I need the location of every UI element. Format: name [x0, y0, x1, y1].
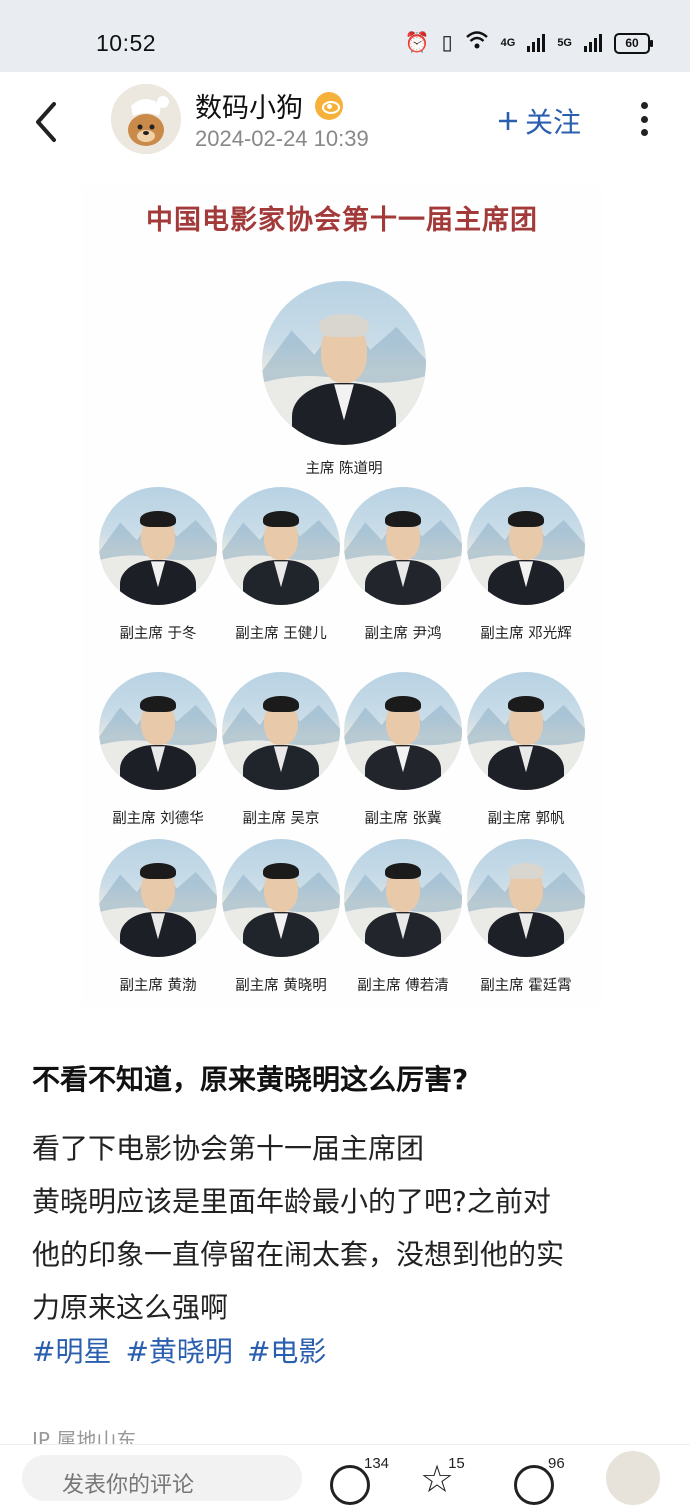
network-4g-label: 4G: [500, 36, 516, 49]
member-portrait: [344, 672, 462, 790]
author-name-row: 数码小狗: [195, 86, 343, 125]
network-5g-label: 5G: [557, 36, 572, 49]
star-count: 15: [448, 1455, 465, 1472]
hashtag-link[interactable]: #明星: [32, 1330, 111, 1370]
member-caption: 副主席 刘德华: [112, 811, 204, 827]
vibrate-icon: ▯: [441, 32, 453, 54]
signal-icon: [527, 34, 546, 52]
follow-button[interactable]: 关注: [497, 101, 581, 141]
member-portrait: [99, 487, 217, 605]
share-count: 96: [548, 1455, 565, 1472]
follow-label: 关注: [525, 106, 582, 139]
member-portrait: [467, 672, 585, 790]
post-body-line: 他的印象一直停留在闹太套，没想到他的实: [32, 1238, 565, 1271]
member-caption: 副主席 黄晓明: [235, 978, 327, 994]
member-caption: 副主席 王健儿: [235, 626, 327, 642]
post-body: 看了下电影协会第十一届主席团 黄晓明应该是里面年龄最小的了吧?之前对 他的印象一…: [32, 1122, 662, 1334]
post-image[interactable]: 中国电影家协会第十一届主席团 主席 陈道明副主席 于冬 副主席 王健儿 副主席 尹鸿…: [82, 186, 602, 1006]
post-header: [0, 72, 690, 172]
dot-icon: [640, 129, 648, 136]
hashtag-list: #明星 #黄晓明 #电影: [32, 1330, 326, 1370]
member-portrait: [344, 487, 462, 605]
member-portrait: [467, 839, 585, 957]
comment-placeholder: 发表你的评论: [62, 1473, 195, 1498]
post-date: 2024-02-24 10:39: [195, 126, 369, 151]
member-caption: 副主席 邓光辉: [480, 626, 572, 642]
member-portrait: [99, 839, 217, 957]
poster-title: 中国电影家协会第十一届主席团: [146, 205, 538, 236]
wifi-icon: [465, 30, 489, 56]
member-portrait: [262, 281, 426, 445]
member-portrait: [344, 839, 462, 957]
hashtag-link[interactable]: #电影: [247, 1330, 326, 1370]
author-avatar[interactable]: [111, 84, 181, 154]
dot-icon: [640, 102, 648, 109]
alarm-icon: ⏰: [404, 32, 430, 54]
comment-input[interactable]: 发表你的评论: [22, 1455, 302, 1501]
dog-avatar-icon: [111, 84, 181, 154]
battery-icon: 60: [614, 32, 653, 54]
status-icons: ⏰ ▯ 4G 5G 60: [404, 30, 653, 56]
member-caption: 主席 陈道明: [305, 461, 383, 477]
member-caption: 副主席 于冬: [119, 626, 197, 642]
dot-icon: [640, 115, 648, 123]
author-name[interactable]: 数码小狗: [195, 86, 303, 125]
member-portrait: [222, 487, 340, 605]
status-bar: 10:52 ⏰ ▯ 4G 5G 60: [0, 0, 690, 72]
battery-level: 60: [625, 36, 639, 50]
chevron-left-icon: [36, 102, 56, 142]
member-caption: 副主席 黄渤: [119, 978, 197, 994]
favorite-button[interactable]: ☆ 15: [420, 1453, 465, 1499]
share-button[interactable]: 96: [514, 1453, 565, 1505]
user-avatar[interactable]: [606, 1451, 660, 1505]
plus-icon: [499, 112, 517, 130]
post-body-line: 黄晓明应该是里面年龄最小的了吧?之前对: [32, 1185, 551, 1218]
post-body-line: 看了下电影协会第十一届主席团: [32, 1132, 425, 1165]
signal-icon: [584, 34, 602, 52]
member-portrait: [222, 672, 340, 790]
member-caption: 副主席 霍廷霄: [480, 978, 572, 994]
post-body-line: 力原来这么强啊: [32, 1291, 229, 1324]
like-button[interactable]: 134: [330, 1453, 389, 1505]
member-portrait: [467, 487, 585, 605]
post-title: 不看不知道，原来黄晓明这么厉害?: [32, 1063, 469, 1096]
member-caption: 副主席 傅若清: [357, 978, 449, 994]
member-caption: 副主席 尹鸿: [364, 626, 442, 642]
hashtag-link[interactable]: #黄晓明: [125, 1330, 232, 1370]
member-caption: 副主席 张冀: [364, 811, 442, 827]
bottom-action-bar: 发表你的评论 134 ☆ 15 96: [0, 1444, 690, 1505]
like-count: 134: [364, 1455, 390, 1472]
more-options-button[interactable]: [640, 102, 648, 136]
member-portrait: [99, 672, 217, 790]
member-caption: 副主席 吴京: [242, 811, 320, 827]
back-button[interactable]: [30, 100, 64, 144]
member-portrait: [222, 839, 340, 957]
status-time: 10:52: [96, 30, 157, 56]
verified-badge-icon: [315, 91, 343, 120]
member-caption: 副主席 郭帆: [487, 811, 565, 827]
